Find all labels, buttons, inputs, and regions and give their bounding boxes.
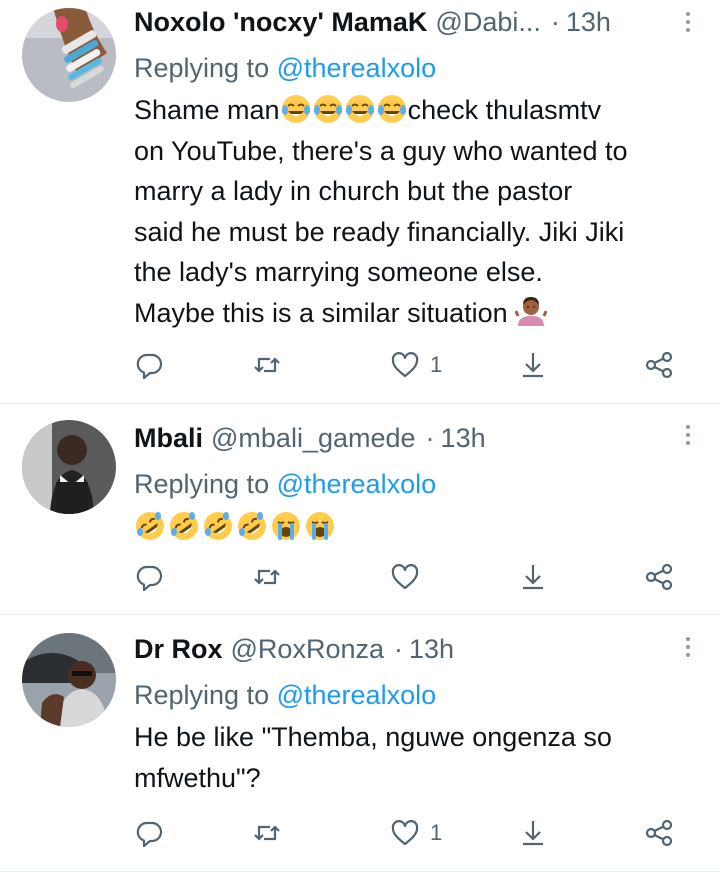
face-with-tears-of-joy-icon: [376, 93, 408, 125]
loudly-crying-face-icon: [270, 510, 302, 542]
retweet-button[interactable]: [252, 347, 282, 383]
mention-link[interactable]: @therealxolo: [277, 680, 437, 710]
share-button[interactable]: [644, 347, 674, 383]
retweet-icon: [252, 818, 282, 848]
display-name[interactable]: Mbali: [134, 420, 203, 456]
replying-prefix: Replying to: [134, 469, 270, 499]
reply-content: Mbali @mbali_gamede · 13h Replying to @t…: [134, 420, 696, 544]
timestamp[interactable]: 13h: [409, 631, 454, 667]
download-icon: [518, 818, 548, 848]
reply-tweet[interactable]: Dr Rox @RoxRonza · 13h Replying to @ther…: [0, 615, 720, 872]
avatar[interactable]: [22, 633, 116, 727]
like-button[interactable]: 1: [390, 347, 442, 383]
retweet-button[interactable]: [252, 815, 282, 851]
reply-header: Dr Rox @RoxRonza · 13h: [134, 631, 696, 667]
separator-dot: ·: [550, 7, 560, 37]
download-icon: [518, 562, 548, 592]
more-icon[interactable]: [684, 425, 692, 449]
download-button[interactable]: [518, 347, 548, 383]
reply-text: He be like "Themba, nguwe ongenza so mfw…: [134, 722, 612, 793]
share-button[interactable]: [644, 559, 674, 595]
replying-prefix: Replying to: [134, 53, 270, 83]
replying-to: Replying to @therealxolo: [134, 677, 696, 713]
rolling-on-floor-laughing-icon: [168, 510, 200, 542]
reply-icon: [134, 818, 164, 848]
download-button[interactable]: [518, 559, 548, 595]
retweet-button[interactable]: [252, 559, 282, 595]
avatar[interactable]: [22, 8, 116, 102]
like-icon: [390, 818, 420, 848]
reply-icon: [134, 350, 164, 380]
display-name[interactable]: Noxolo 'nocxy' MamaK: [134, 4, 427, 40]
rolling-on-floor-laughing-icon: [202, 510, 234, 542]
loudly-crying-face-icon: [304, 510, 336, 542]
download-icon: [518, 350, 548, 380]
reply-text: Shame man check thulasmtv on YouTube, the…: [134, 90, 696, 333]
reply-header: Noxolo 'nocxy' MamaK @Dabi... · 13h: [134, 4, 696, 40]
reply-header: Mbali @mbali_gamede · 13h: [134, 420, 696, 456]
like-button[interactable]: 1: [390, 815, 442, 851]
face-with-tears-of-joy-icon: [344, 93, 376, 125]
like-count: 1: [430, 352, 443, 377]
separator-dot: ·: [394, 634, 403, 664]
user-handle[interactable]: @mbali_gamede: [211, 420, 416, 456]
display-name[interactable]: Dr Rox: [134, 631, 223, 667]
mention-link[interactable]: @therealxolo: [277, 53, 437, 83]
like-icon: [390, 562, 420, 592]
download-button[interactable]: [518, 815, 548, 851]
face-with-tears-of-joy-icon: [312, 93, 344, 125]
timestamp[interactable]: 13h: [566, 4, 611, 40]
user-handle[interactable]: @Dabi...: [435, 4, 540, 40]
user-handle[interactable]: @RoxRonza: [231, 631, 384, 667]
reply-button[interactable]: [134, 815, 164, 851]
like-icon: [390, 350, 420, 380]
reply-emoji-row: [134, 510, 696, 544]
separator-dot: ·: [425, 423, 435, 453]
timestamp[interactable]: 13h: [441, 420, 486, 456]
reply-content: Dr Rox @RoxRonza · 13h Replying to @ther…: [134, 631, 696, 798]
reply-text-start: Shame man: [134, 95, 280, 125]
reply-button[interactable]: [134, 559, 164, 595]
rolling-on-floor-laughing-icon: [134, 510, 166, 542]
like-button[interactable]: [390, 559, 430, 595]
share-icon: [644, 562, 674, 592]
reply-text-after-emoji: check thulasmtv: [407, 95, 602, 125]
reply-content: Noxolo 'nocxy' MamaK @Dabi... · 13h Repl…: [134, 4, 696, 333]
more-icon[interactable]: [684, 12, 692, 36]
person-shrugging-icon: [515, 296, 547, 328]
replying-to: Replying to @therealxolo: [134, 50, 696, 86]
avatar[interactable]: [22, 420, 116, 514]
reply-button[interactable]: [134, 347, 164, 383]
reply-tweet[interactable]: Mbali @mbali_gamede · 13h Replying to @t…: [0, 404, 720, 615]
share-button[interactable]: [644, 815, 674, 851]
mention-link[interactable]: @therealxolo: [277, 469, 437, 499]
rolling-on-floor-laughing-icon: [236, 510, 268, 542]
more-icon[interactable]: [684, 637, 692, 661]
share-icon: [644, 350, 674, 380]
face-with-tears-of-joy-icon: [280, 93, 312, 125]
like-count: 1: [430, 820, 443, 845]
retweet-icon: [252, 562, 282, 592]
action-bar: 1: [134, 347, 690, 383]
reply-icon: [134, 562, 164, 592]
reply-tweet[interactable]: Noxolo 'nocxy' MamaK @Dabi... · 13h Repl…: [0, 0, 720, 404]
replying-prefix: Replying to: [134, 680, 270, 710]
replies-feed: Noxolo 'nocxy' MamaK @Dabi... · 13h Repl…: [0, 0, 720, 872]
action-bar: [134, 559, 690, 595]
share-icon: [644, 818, 674, 848]
action-bar: 1: [134, 815, 690, 851]
replying-to: Replying to @therealxolo: [134, 466, 696, 502]
retweet-icon: [252, 350, 282, 380]
reply-text-rest: on YouTube, there's a guy who wanted to …: [134, 135, 628, 328]
